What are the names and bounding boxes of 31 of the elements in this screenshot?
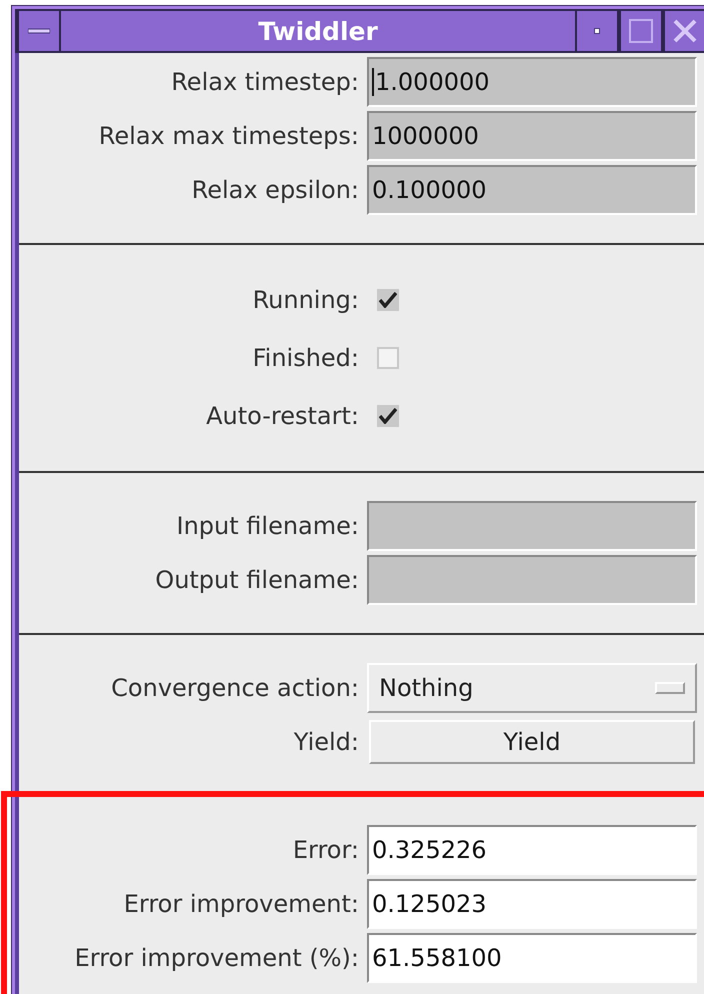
checkbox[interactable] bbox=[377, 347, 399, 369]
input-field[interactable]: 1000000 bbox=[367, 111, 697, 161]
field-label: Error improvement: bbox=[122, 890, 360, 918]
yield-button[interactable]: Yield bbox=[369, 720, 695, 764]
field-label: Yield: bbox=[292, 728, 360, 756]
input-field[interactable]: 0.325226 bbox=[367, 825, 697, 875]
checkbox[interactable] bbox=[377, 289, 399, 311]
field-label: Relax max timesteps: bbox=[98, 122, 360, 150]
minimize-icon[interactable] bbox=[594, 28, 600, 34]
field-label: Error improvement (%): bbox=[74, 944, 360, 972]
dropdown[interactable]: Nothing bbox=[367, 663, 697, 713]
field-label: Convergence action: bbox=[110, 674, 360, 702]
field-label: Relax timestep: bbox=[170, 68, 360, 96]
checkbox[interactable] bbox=[377, 405, 399, 427]
field-label: Input filename: bbox=[176, 512, 360, 540]
maximize-icon[interactable] bbox=[629, 19, 653, 43]
field-label: Auto-restart: bbox=[205, 402, 360, 430]
input-field[interactable]: 0.125023 bbox=[367, 879, 697, 929]
menu-icon[interactable] bbox=[28, 28, 50, 34]
field-label: Error: bbox=[292, 836, 360, 864]
input-field[interactable] bbox=[367, 501, 697, 551]
field-label: Running: bbox=[252, 286, 360, 314]
field-label: Relax epsilon: bbox=[190, 176, 360, 204]
input-field[interactable]: 1.000000 bbox=[367, 57, 697, 107]
input-field[interactable]: 61.558100 bbox=[367, 933, 697, 983]
field-label: Finished: bbox=[252, 344, 360, 372]
window-title: Twiddler bbox=[258, 16, 378, 46]
close-icon[interactable] bbox=[673, 19, 697, 43]
field-label: Output filename: bbox=[154, 566, 360, 594]
input-field[interactable]: 0.100000 bbox=[367, 165, 697, 215]
input-field[interactable] bbox=[367, 555, 697, 605]
